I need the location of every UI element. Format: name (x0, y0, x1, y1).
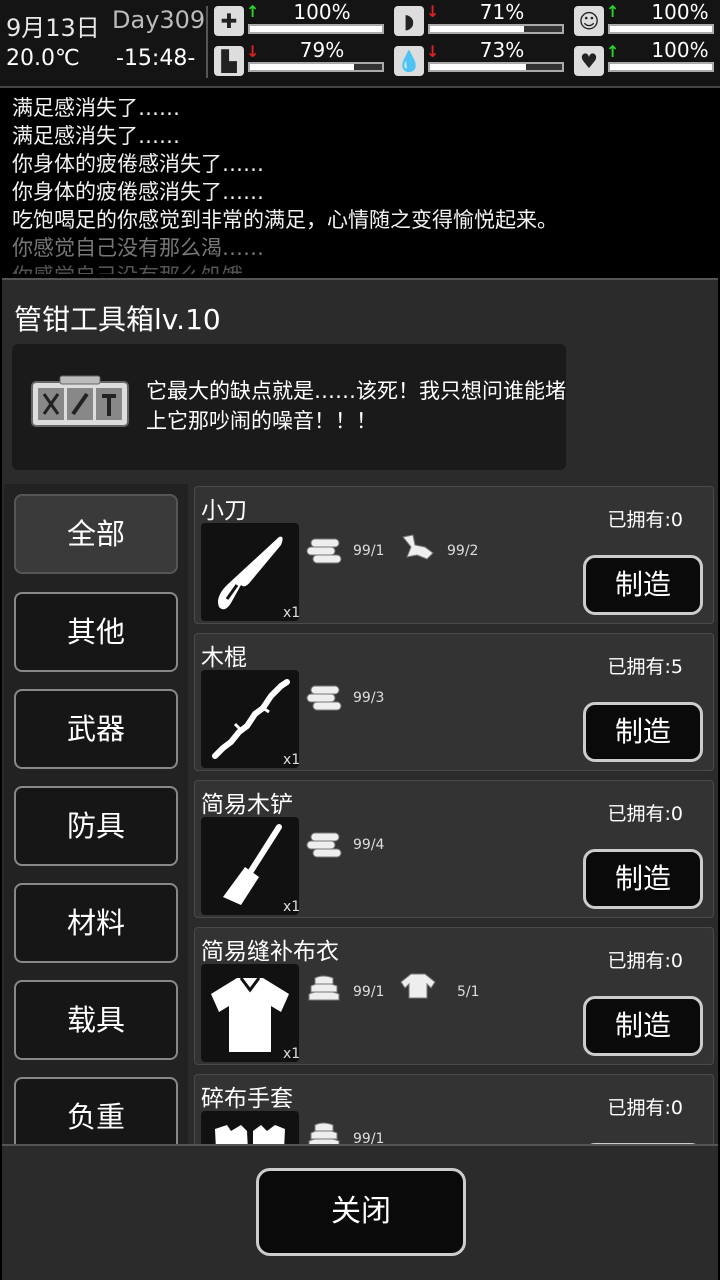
brain-icon: ☺ (574, 6, 604, 36)
scrap-metal-icon (402, 534, 434, 560)
owned-count: 已拥有:5 (607, 656, 684, 678)
craft-button[interactable]: 制造 (583, 702, 703, 762)
toolbox-icon (31, 375, 129, 427)
trend-up-icon: ↑ (606, 42, 620, 61)
workbench-description: 它最大的缺点就是……该死！我只想问谁能堵上它那吵闹的噪音！！！ (146, 379, 566, 433)
recipe-name: 木棍 (201, 645, 247, 671)
thirst-bar (428, 62, 564, 72)
time-label: -15:48- (116, 46, 196, 71)
bottom-bar: 关闭 (2, 1144, 718, 1280)
water-drop-icon: 💧 (394, 46, 424, 76)
heart-percent: 100% (651, 38, 709, 62)
output-quantity: x1 (283, 752, 301, 768)
trend-down-icon: ↓ (246, 42, 260, 61)
log-icon (306, 538, 342, 564)
mood-bar (608, 24, 714, 34)
recipe-name: 碎布手套 (201, 1086, 293, 1112)
rag-shirt-icon (400, 973, 436, 999)
category-tabs: 全部 其他 武器 防具 材料 载具 负重 (4, 484, 188, 1146)
craft-button[interactable]: 制造 (583, 849, 703, 909)
material-count: 99/3 (353, 690, 385, 706)
tab-carry[interactable]: 负重 (14, 1077, 178, 1146)
recipe-name: 小刀 (201, 498, 247, 524)
mood-percent: 100% (651, 0, 709, 24)
hunger-percent: 71% (479, 0, 525, 24)
health-bar (248, 24, 384, 34)
material-count: 99/4 (353, 837, 385, 853)
trend-up-icon: ↑ (606, 2, 620, 21)
tab-vehicles[interactable]: 载具 (14, 980, 178, 1060)
leg-icon: ▙ (214, 46, 244, 76)
log-icon (306, 832, 342, 858)
status-bar: 9月13日 Day309 20.0℃ -15:48- ✚ ↑ 100% ◗ ↓ … (0, 0, 720, 88)
recipe-card: 木棍 x1 99/3 已拥有:5 制造 (194, 633, 714, 771)
log-line: 你感觉自己没有那么饥饿…… (0, 262, 720, 274)
heart-icon: ♥ (574, 46, 604, 76)
output-quantity: x1 (283, 899, 301, 915)
log-line: 你身体的疲倦感消失了…… (12, 180, 264, 204)
temperature-label: 20.0℃ (6, 46, 80, 71)
owned-count: 已拥有:0 (607, 950, 684, 972)
divider (206, 6, 208, 78)
log-line: 满足感消失了…… (12, 124, 180, 148)
recipe-card: 简易木铲 x1 99/4 已拥有:0 制造 (194, 780, 714, 918)
recipe-card: 小刀 x1 99/1 99/2 已拥有:0 制造 (194, 486, 714, 624)
material-count: 99/1 (353, 984, 385, 1000)
tab-materials[interactable]: 材料 (14, 883, 178, 963)
recipe-list[interactable]: 小刀 x1 99/1 99/2 已拥有:0 制造 木棍 x1 99/3 已拥有:… (192, 484, 718, 1146)
log-line: 你身体的疲倦感消失了…… (12, 152, 264, 176)
recipe-card: 碎布手套 x1 99/1 已拥有:0 制造 (194, 1074, 714, 1146)
recipe-card: 简易缝补布衣 x1 99/1 5/1 已拥有:0 制造 (194, 927, 714, 1065)
day-counter: Day309 (112, 6, 206, 34)
output-quantity: x1 (283, 1046, 301, 1062)
workbench-panel: 管钳工具箱lv.10 它最大的缺点就是……该死！我只想问谁能堵上它那吵闹的噪音！… (2, 278, 718, 1280)
cloth-icon (308, 1122, 340, 1146)
output-quantity: x1 (283, 605, 301, 621)
heart-bar (608, 62, 714, 72)
material-count: 99/1 (353, 543, 385, 559)
trend-down-icon: ↓ (426, 42, 440, 61)
close-button[interactable]: 关闭 (256, 1168, 466, 1256)
cloth-icon (308, 975, 340, 1001)
owned-count: 已拥有:0 (607, 803, 684, 825)
material-count: 99/2 (447, 543, 479, 559)
craft-button[interactable]: 制造 (583, 996, 703, 1056)
owned-count: 已拥有:0 (607, 509, 684, 531)
tab-all[interactable]: 全部 (14, 494, 178, 574)
stamina-percent: 79% (299, 38, 345, 62)
hunger-bar (428, 24, 564, 34)
thirst-percent: 73% (479, 38, 525, 62)
log-icon (306, 685, 342, 711)
material-count: 5/1 (457, 984, 480, 1000)
workbench-description-box: 它最大的缺点就是……该死！我只想问谁能堵上它那吵闹的噪音！！！ (12, 344, 566, 470)
log-line: 你感觉自己没有那么渴…… (12, 236, 264, 260)
tab-armor[interactable]: 防具 (14, 786, 178, 866)
craft-button[interactable]: 制造 (583, 555, 703, 615)
trend-down-icon: ↓ (426, 2, 440, 21)
recipe-name: 简易木铲 (201, 792, 293, 818)
recipe-name: 简易缝补布衣 (201, 939, 339, 965)
gloves-icon (201, 1111, 299, 1146)
log-line: 吃饱喝足的你感觉到非常的满足，心情随之变得愉悦起来。 (12, 208, 558, 232)
log-line: 满足感消失了…… (12, 96, 180, 120)
tab-weapons[interactable]: 武器 (14, 689, 178, 769)
date-label: 9月13日 (6, 14, 100, 42)
stomach-icon: ◗ (394, 6, 424, 36)
message-log[interactable]: 满足感消失了…… 满足感消失了…… 你身体的疲倦感消失了…… 你身体的疲倦感消失… (0, 88, 720, 274)
medkit-icon: ✚ (214, 6, 244, 36)
workbench-title: 管钳工具箱lv.10 (14, 303, 221, 336)
owned-count: 已拥有:0 (607, 1097, 684, 1119)
tab-other[interactable]: 其他 (14, 592, 178, 672)
trend-up-icon: ↑ (246, 2, 260, 21)
stamina-bar (248, 62, 384, 72)
health-percent: 100% (293, 0, 351, 24)
